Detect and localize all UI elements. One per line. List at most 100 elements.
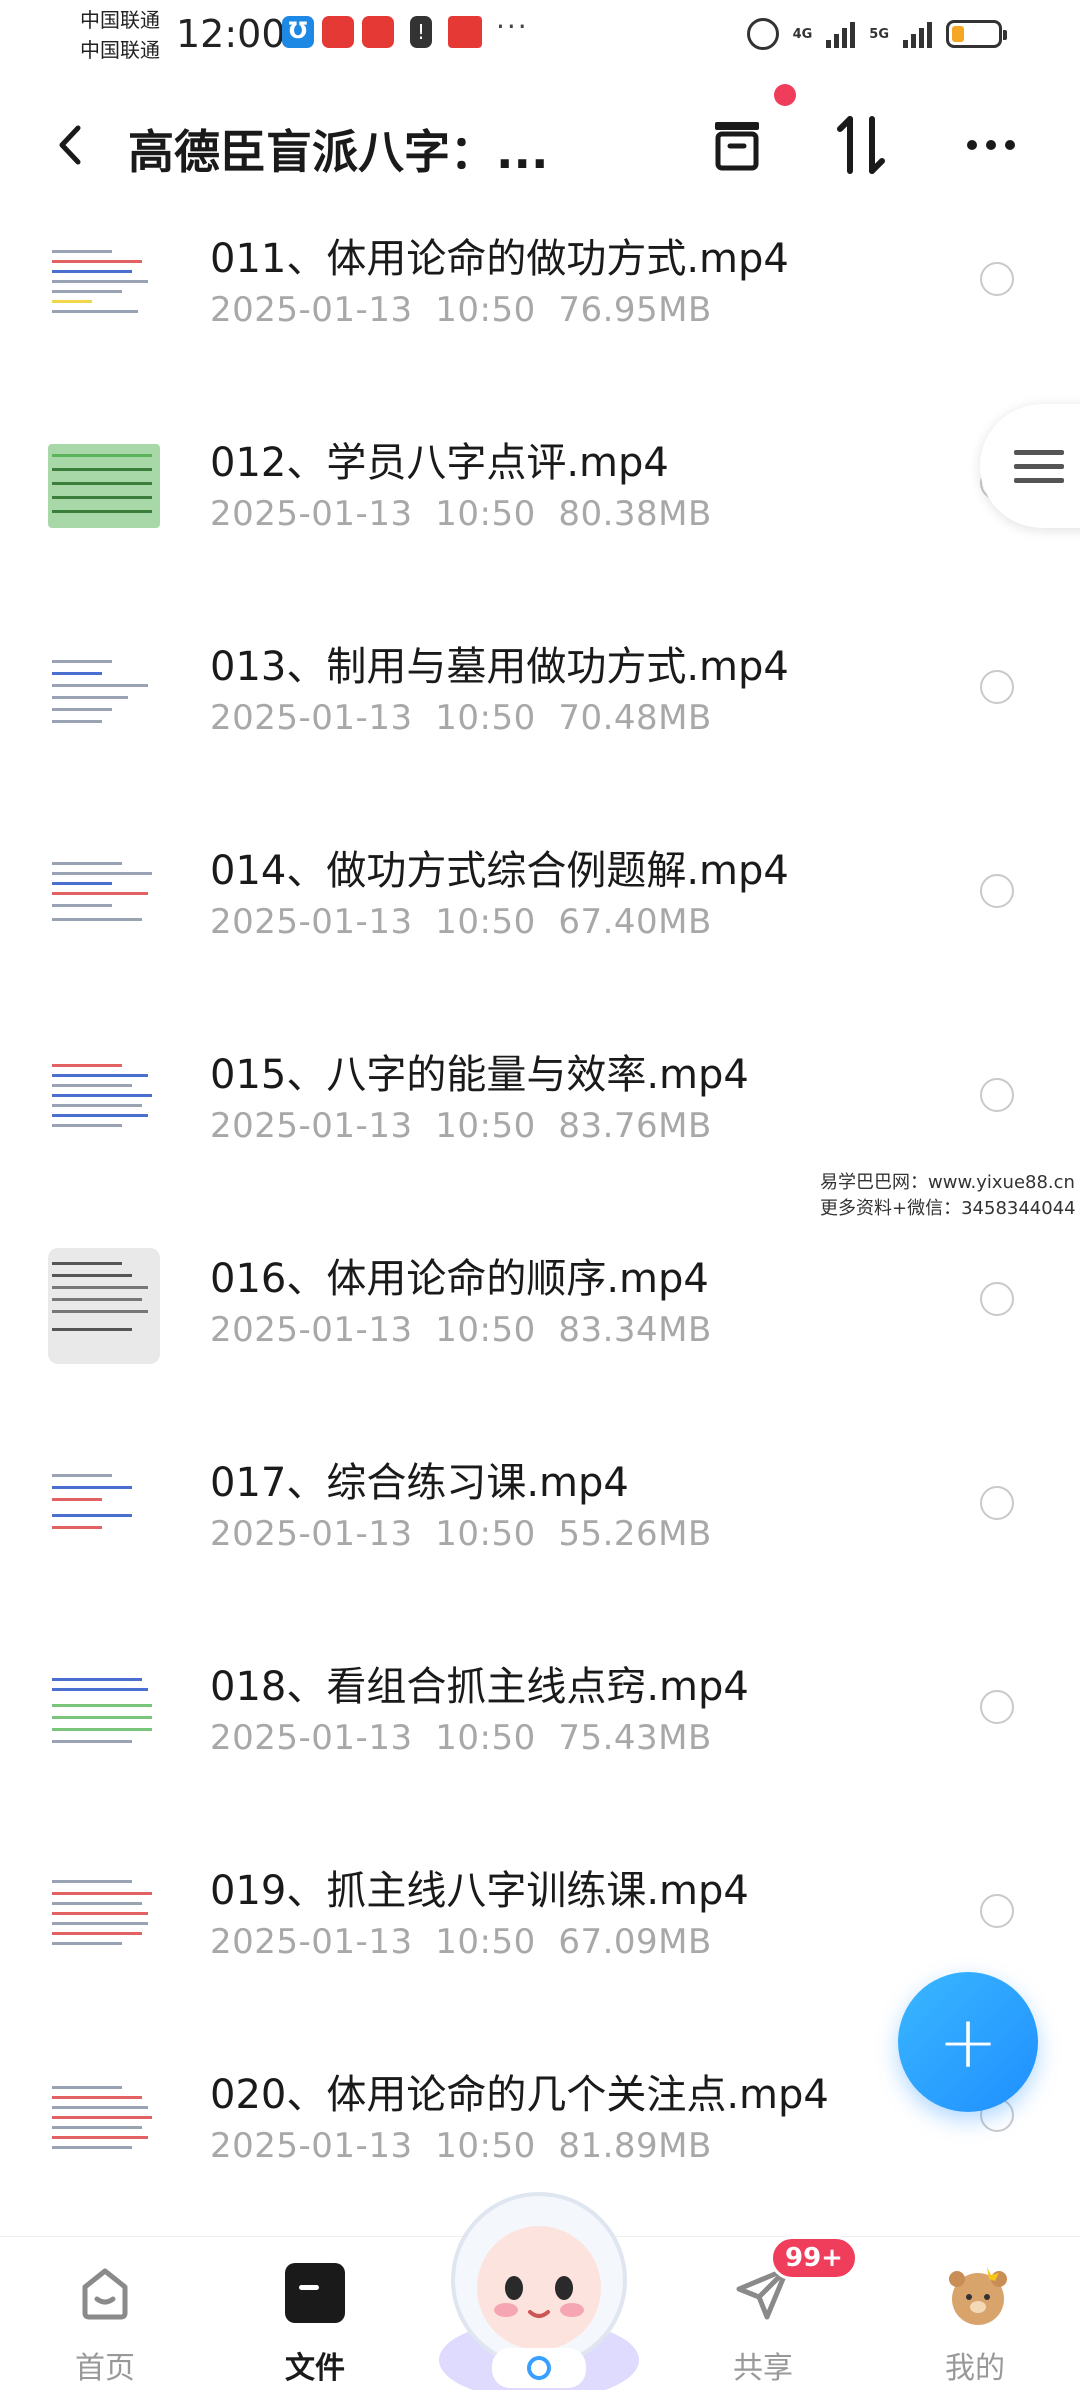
select-radio[interactable] [980,262,1014,296]
file-time: 10:50 [435,698,536,738]
file-row[interactable]: 011、体用论命的做功方式.mp4 2025-01-13 10:50 76.95… [0,210,1080,414]
file-meta: 2025-01-13 10:50 67.40MB [210,902,712,942]
file-meta: 2025-01-13 10:50 70.48MB [210,698,712,738]
file-date: 2025-01-13 [210,494,413,534]
status-bar: 中国联通 中国联通 12:00 Ʊ ! ··· 4G 5G [0,0,1080,70]
select-radio[interactable] [980,1486,1014,1520]
file-name: 012、学员八字点评.mp4 [210,440,669,486]
select-radio[interactable] [980,1078,1014,1112]
file-meta: 2025-01-13 10:50 55.26MB [210,1514,712,1554]
avatar-icon [945,2263,1007,2325]
file-date: 2025-01-13 [210,698,413,738]
select-radio[interactable] [980,874,1014,908]
file-row[interactable]: 017、综合练习课.mp4 2025-01-13 10:50 55.26MB [0,1434,1080,1638]
chevron-left-icon [59,125,81,165]
home-icon [75,2263,135,2323]
assistant-mascot-button[interactable] [432,2170,646,2400]
nav-mine[interactable]: 我的 [900,2263,1050,2387]
file-meta: 2025-01-13 10:50 67.09MB [210,1922,712,1962]
video-thumbnail [48,1872,160,1956]
file-time: 10:50 [435,1718,536,1758]
add-button[interactable]: + [898,1972,1038,2112]
file-name: 019、抓主线八字训练课.mp4 [210,1868,749,1914]
file-size: 83.76MB [558,1106,712,1146]
carrier-label-1: 中国联通 [80,8,160,32]
file-name: 013、制用与墓用做功方式.mp4 [210,644,789,690]
clock: 12:00 [176,12,286,56]
file-size: 67.09MB [558,1922,712,1962]
file-size: 75.43MB [558,1718,712,1758]
network-type-1: 4G [792,26,813,42]
file-name: 016、体用论命的顺序.mp4 [210,1256,709,1302]
video-thumbnail [48,1668,160,1752]
file-time: 10:50 [435,1514,536,1554]
file-meta: 2025-01-13 10:50 81.89MB [210,2126,712,2166]
app-header: 高德臣盲派八字：... [0,80,1080,210]
video-thumbnail [48,1056,160,1140]
status-icons: 4G 5G [746,16,1007,52]
file-meta: 2025-01-13 10:50 75.43MB [210,1718,712,1758]
archive-button[interactable] [702,110,772,180]
file-time: 10:50 [435,494,536,534]
notification-app-icon [362,16,394,48]
file-row[interactable]: 013、制用与墓用做功方式.mp4 2025-01-13 10:50 70.48… [0,618,1080,822]
carrier-label-2: 中国联通 [80,38,160,62]
file-date: 2025-01-13 [210,2126,413,2166]
file-row[interactable]: 012、学员八字点评.mp4 2025-01-13 10:50 80.38MB [0,414,1080,618]
sort-arrows-icon [837,116,885,174]
file-row[interactable]: 016、体用论命的顺序.mp4 2025-01-13 10:50 83.34MB [0,1230,1080,1434]
book-icon [448,16,482,48]
file-meta: 2025-01-13 10:50 83.76MB [210,1106,712,1146]
file-date: 2025-01-13 [210,1106,413,1146]
battery-icon [946,20,1007,48]
alarm-icon [746,18,779,50]
sort-button[interactable] [826,110,896,180]
file-name: 017、综合练习课.mp4 [210,1460,629,1506]
video-thumbnail [48,2076,160,2160]
select-radio[interactable] [980,1690,1014,1724]
nav-files[interactable]: 文件 [240,2263,390,2387]
network-type-2: 5G [869,26,889,42]
file-row[interactable]: 018、看组合抓主线点窍.mp4 2025-01-13 10:50 75.43M… [0,1638,1080,1842]
file-date: 2025-01-13 [210,1922,413,1962]
notification-dot [774,84,796,106]
select-radio[interactable] [980,670,1014,704]
video-thumbnail [48,1464,160,1548]
nav-home-label: 首页 [75,2351,135,2386]
video-thumbnail [48,648,160,732]
video-thumbnail [48,852,160,936]
file-time: 10:50 [435,1922,536,1962]
share-badge: 99+ [770,2236,858,2280]
file-date: 2025-01-13 [210,1514,413,1554]
watermark: 易学巴巴网：www.yixue88.cn 更多资料+微信：3458344044 [820,1170,1076,1222]
folder-icon [285,2263,345,2323]
file-name: 018、看组合抓主线点窍.mp4 [210,1664,749,1710]
astronaut-mascot-icon [439,2192,639,2400]
signal-icon [903,20,932,48]
file-time: 10:50 [435,1106,536,1146]
select-radio[interactable] [980,1894,1014,1928]
more-button[interactable] [956,110,1026,180]
file-size: 67.40MB [558,902,712,942]
file-date: 2025-01-13 [210,1310,413,1350]
notification-app-icon [322,16,354,48]
more-horizontal-icon [967,140,1015,150]
signal-icon [826,20,856,48]
back-button[interactable] [44,118,98,172]
nav-home[interactable]: 首页 [30,2263,180,2387]
nav-mine-label: 我的 [945,2351,1005,2386]
notification-app-icon: Ʊ [282,16,314,48]
file-size: 80.38MB [558,494,712,534]
nav-share[interactable]: 共享 [688,2263,838,2387]
file-meta: 2025-01-13 10:50 83.34MB [210,1310,712,1350]
file-size: 81.89MB [558,2126,712,2166]
file-size: 55.26MB [558,1514,712,1554]
file-name: 011、体用论命的做功方式.mp4 [210,236,789,282]
file-date: 2025-01-13 [210,1718,413,1758]
nav-files-label: 文件 [285,2351,345,2386]
file-meta: 2025-01-13 10:50 76.95MB [210,290,712,330]
file-meta: 2025-01-13 10:50 80.38MB [210,494,712,534]
file-time: 10:50 [435,902,536,942]
file-row[interactable]: 014、做功方式综合例题解.mp4 2025-01-13 10:50 67.40… [0,822,1080,1026]
select-radio[interactable] [980,1282,1014,1316]
